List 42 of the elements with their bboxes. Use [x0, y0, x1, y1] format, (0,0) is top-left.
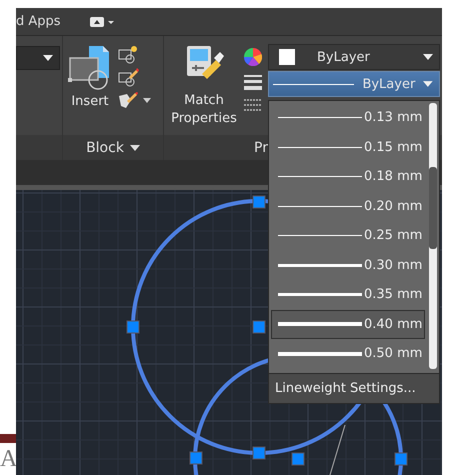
lineweight-option[interactable]: 0.30 mm — [271, 250, 425, 280]
workspace-dropdown-icon[interactable] — [88, 16, 115, 28]
grip-handle[interactable] — [252, 446, 266, 460]
header-bar — [0, 434, 16, 443]
dropdown-field[interactable] — [16, 46, 60, 70]
caret-icon — [423, 54, 433, 60]
lineweight-option[interactable]: 0.18 mm — [271, 162, 425, 192]
color-swatch — [279, 49, 295, 65]
grip-handle[interactable] — [394, 452, 408, 466]
panel-title: Pr — [254, 140, 268, 156]
grip-handle[interactable] — [252, 320, 266, 334]
create-block-icon[interactable] — [117, 44, 139, 64]
lineweight-option[interactable]: 0.13 mm — [271, 103, 425, 132]
panel-title[interactable]: Block — [63, 135, 163, 160]
lineweight-option[interactable]: 0.40 mm — [271, 310, 425, 339]
lineweight-settings-link[interactable]: Lineweight Settings... — [269, 372, 439, 402]
match-properties-button[interactable]: Match Properties — [168, 44, 240, 128]
lineweight-option[interactable]: 0.50 mm — [271, 339, 425, 368]
page-letter: A — [0, 446, 18, 473]
scrollbar[interactable] — [429, 103, 437, 368]
lineweight-option[interactable]: 0.25 mm — [271, 221, 425, 250]
caret-icon — [43, 55, 53, 61]
lineweight-option[interactable]: 0.20 mm — [271, 192, 425, 221]
grip-handle[interactable] — [252, 196, 266, 208]
grip-handle[interactable] — [190, 452, 202, 464]
grip-handle[interactable] — [292, 452, 304, 466]
color-dropdown[interactable]: ByLayer — [268, 44, 440, 70]
lineweight-dropdown[interactable]: ByLayer — [268, 71, 440, 97]
line-shape[interactable] — [330, 424, 346, 475]
edit-attributes-icon[interactable] — [117, 90, 139, 110]
lineweight-option[interactable]: 0.15 mm — [271, 132, 425, 162]
linetype-icon[interactable] — [244, 98, 262, 112]
lineweight-option[interactable]: 0.35 mm — [271, 280, 425, 310]
grip-handle[interactable] — [126, 320, 140, 334]
insert-button[interactable]: Insert — [67, 44, 113, 109]
ribbon-tab[interactable]: d Apps — [16, 14, 61, 29]
caret-icon — [130, 144, 140, 150]
lineweight-icon[interactable] — [244, 74, 262, 90]
caret-icon — [423, 81, 433, 87]
caret-icon[interactable] — [143, 98, 151, 102]
edit-block-icon[interactable] — [117, 67, 139, 87]
color-wheel-icon[interactable] — [244, 48, 262, 66]
